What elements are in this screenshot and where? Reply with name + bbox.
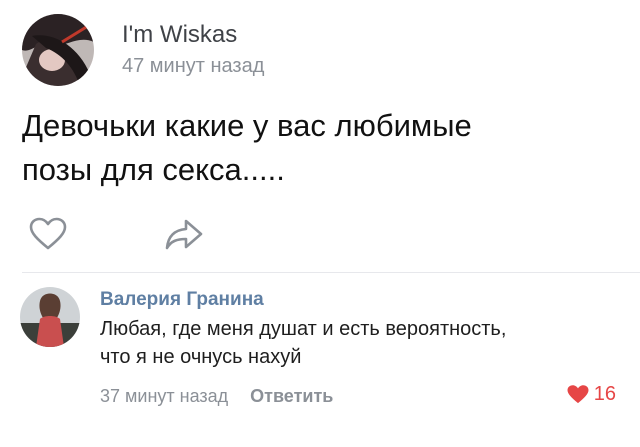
comment-time: 37 минут назад xyxy=(100,385,229,406)
share-button[interactable] xyxy=(164,214,204,254)
comment-footer: 37 минут назад Ответить 16 xyxy=(100,381,630,411)
comment-like-count: 16 xyxy=(593,383,616,405)
heart-filled-icon xyxy=(567,385,589,404)
divider xyxy=(22,272,640,273)
heart-outline-icon xyxy=(29,217,67,250)
reply-button[interactable]: Ответить xyxy=(250,386,333,407)
post-text-line: позы для секса..... xyxy=(22,152,285,187)
commenter-name[interactable]: Валерия Гранина xyxy=(100,287,630,313)
post-text: Девочьки какие у вас любимые позы для се… xyxy=(22,104,622,192)
post-text-line: Девочьки какие у вас любимые xyxy=(22,108,472,143)
comment-like-button[interactable]: 16 xyxy=(566,383,616,406)
share-arrow-icon xyxy=(165,219,203,250)
like-button[interactable] xyxy=(28,214,68,254)
author-block: I'm Wiskas 47 минут назад xyxy=(122,20,264,80)
post-header: I'm Wiskas 47 минут назад xyxy=(22,14,264,86)
author-name[interactable]: I'm Wiskas xyxy=(122,20,264,50)
commenter-avatar[interactable] xyxy=(20,287,80,347)
post-actions xyxy=(28,214,204,254)
comment-text-line: Любая, где меня душат и есть вероятность… xyxy=(100,318,507,340)
comment-text-line: что я не очнусь нахуй xyxy=(100,346,302,368)
comment-body: Валерия Гранина Любая, где меня душат и … xyxy=(100,287,630,411)
author-avatar[interactable] xyxy=(22,14,94,86)
comment-text: Любая, где меня душат и есть вероятность… xyxy=(100,315,630,371)
post-time: 47 минут назад xyxy=(122,55,265,77)
